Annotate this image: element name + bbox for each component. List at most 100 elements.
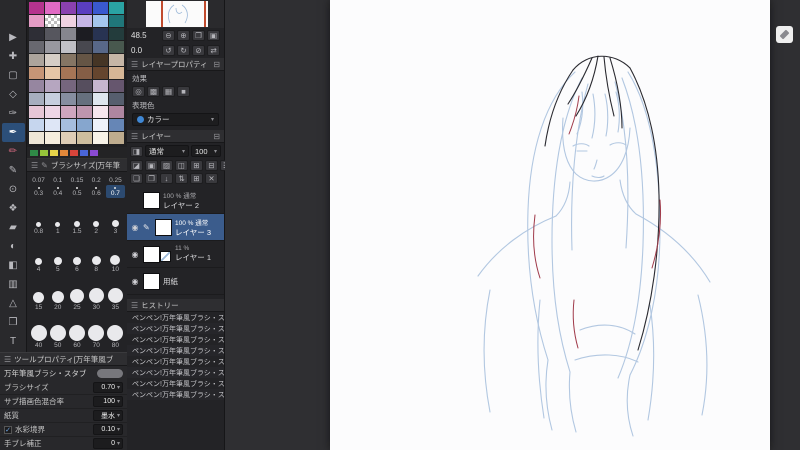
selection-tool[interactable]: ▢ [2, 66, 25, 85]
brush-size-cell[interactable]: 0.3 [29, 185, 48, 198]
color-swatch[interactable] [109, 132, 124, 144]
visibility-eye-icon[interactable]: ◉ [130, 277, 140, 286]
checkbox[interactable]: ✓ [4, 425, 12, 434]
brush-size-cell[interactable]: 50 [48, 312, 67, 350]
brush-tool[interactable]: ✎ [2, 161, 25, 180]
merge-down-icon[interactable]: ⇅ [175, 173, 188, 184]
new-layer-icon[interactable]: ❏ [130, 173, 143, 184]
ruler-icon[interactable]: ⊞ [190, 160, 203, 171]
color-swatch[interactable] [61, 119, 76, 131]
brush-size-cell[interactable]: 0.15 [67, 172, 86, 185]
color-swatch[interactable] [45, 80, 60, 92]
canvas-workspace[interactable] [225, 0, 800, 450]
brush-size-cell[interactable]: 80 [106, 312, 125, 350]
frame-border-tool[interactable]: ❒ [2, 313, 25, 332]
color-swatch[interactable] [29, 132, 44, 144]
extract-line-icon[interactable]: ▦ [162, 86, 175, 97]
actual-size-icon[interactable]: ▣ [207, 30, 220, 41]
panel-menu-icon[interactable]: ☰ [4, 355, 11, 364]
brush-size-cell[interactable]: 0.6 [87, 185, 106, 198]
layer-thumbnail[interactable] [155, 218, 172, 236]
color-swatch[interactable] [45, 106, 60, 118]
color-swatch[interactable] [93, 67, 108, 79]
lock-layer-icon[interactable]: ▣ [145, 160, 158, 171]
gradient-chip[interactable] [30, 149, 38, 156]
gradient-chip[interactable] [90, 149, 98, 156]
color-swatch[interactable] [29, 41, 44, 53]
brush-size-cell[interactable]: 25 [67, 274, 86, 312]
clip-to-layer-icon[interactable]: ◪ [130, 160, 143, 171]
visibility-eye-icon[interactable]: ◉ [130, 223, 140, 232]
airbrush-tool[interactable]: ⊙ [2, 180, 25, 199]
move-layer-tool[interactable]: ✚ [2, 47, 25, 66]
color-swatch[interactable] [61, 132, 76, 144]
operate-tool[interactable]: ▶ [2, 28, 25, 47]
new-folder-icon[interactable]: ❐ [145, 173, 158, 184]
color-swatch[interactable] [45, 41, 60, 53]
brush-size-cell[interactable]: 0.25 [106, 172, 125, 185]
color-swatch[interactable] [77, 15, 92, 27]
color-swatch[interactable] [77, 54, 92, 66]
color-swatch[interactable] [77, 106, 92, 118]
brush-size-cell[interactable]: 60 [67, 312, 86, 350]
gradient-chip[interactable] [60, 149, 68, 156]
brush-size-cell[interactable]: 10 [106, 236, 125, 274]
mask-icon[interactable]: ◫ [175, 160, 188, 171]
navigator-thumbnail[interactable] [146, 1, 208, 27]
layer-color-icon[interactable]: ■ [177, 86, 190, 97]
floating-eraser-icon[interactable] [776, 26, 793, 43]
color-swatch[interactable] [77, 2, 92, 14]
layer-row[interactable]: ◉ ✎ 100 % 通常 レイヤー 3 [127, 214, 224, 241]
history-entry[interactable]: ペンペン!万年筆風ブラシ・スタブ [127, 378, 224, 389]
brush-size-cell[interactable]: 1.5 [67, 198, 86, 236]
color-swatch[interactable] [77, 80, 92, 92]
color-swatch[interactable] [61, 106, 76, 118]
color-swatch[interactable] [109, 106, 124, 118]
color-swatch[interactable] [109, 119, 124, 131]
expression-color-select[interactable]: カラー ▾ [132, 113, 219, 126]
field-value[interactable]: 100 ▾ [93, 396, 123, 407]
color-swatch[interactable] [61, 80, 76, 92]
tone-effect-icon[interactable]: ▩ [147, 86, 160, 97]
color-swatch[interactable] [29, 2, 44, 14]
color-swatch[interactable] [61, 2, 76, 14]
color-swatch[interactable] [93, 132, 108, 144]
brush-size-cell[interactable]: 20 [48, 274, 67, 312]
color-swatch[interactable] [29, 28, 44, 40]
eyedropper-tool[interactable]: ✑ [2, 104, 25, 123]
figure-tool[interactable]: △ [2, 294, 25, 313]
color-swatch[interactable] [93, 41, 108, 53]
color-swatch[interactable] [29, 93, 44, 105]
color-swatch[interactable] [109, 80, 124, 92]
canvas[interactable] [330, 0, 770, 450]
color-swatch[interactable] [45, 93, 60, 105]
pen-tool[interactable]: ✒ [1, 123, 25, 142]
eraser-tool[interactable]: ▰ [2, 218, 25, 237]
lock-alpha-icon[interactable]: ▨ [160, 160, 173, 171]
visibility-eye-icon[interactable]: ◉ [130, 250, 140, 259]
brush-size-cell[interactable]: 40 [29, 312, 48, 350]
color-swatch[interactable] [77, 28, 92, 40]
zoom-out-icon[interactable]: ⊖ [162, 30, 175, 41]
color-swatch[interactable] [29, 15, 44, 27]
brush-size-cell[interactable]: 3 [106, 198, 125, 236]
gradient-chip[interactable] [50, 149, 58, 156]
border-effect-icon[interactable]: ◎ [132, 86, 145, 97]
history-entry[interactable]: ペンペン!万年筆風ブラシ・スタブ [127, 389, 224, 400]
color-swatch[interactable] [45, 132, 60, 144]
color-swatch[interactable] [45, 28, 60, 40]
color-swatch[interactable] [45, 2, 60, 14]
auto-select-tool[interactable]: ◇ [2, 85, 25, 104]
field-value[interactable]: 0 ▾ [93, 438, 123, 449]
color-swatch[interactable] [93, 54, 108, 66]
rotate-left-icon[interactable]: ↺ [162, 45, 175, 56]
color-swatch[interactable] [29, 119, 44, 131]
blend-mode-select[interactable]: 通常 ▾ [145, 145, 189, 157]
brush-size-cell[interactable]: 1 [48, 198, 67, 236]
transfer-down-icon[interactable]: ↓ [160, 173, 173, 184]
brush-size-cell[interactable]: 0.4 [48, 185, 67, 198]
history-entry[interactable]: ペンペン!万年筆風ブラシ・スタブ [127, 323, 224, 334]
color-swatch[interactable] [77, 41, 92, 53]
field-value[interactable]: 0.10 ▾ [93, 424, 123, 435]
opacity-control[interactable]: 100 ▾ [191, 145, 221, 157]
